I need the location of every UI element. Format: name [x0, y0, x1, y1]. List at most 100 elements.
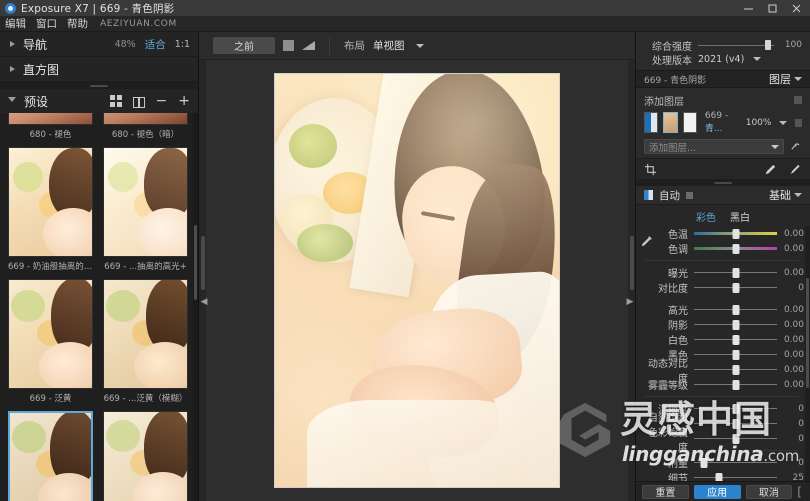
slider-track[interactable]: [694, 242, 777, 255]
preset-thumbnail[interactable]: [103, 279, 188, 389]
chevron-down-icon[interactable]: [779, 120, 788, 125]
slider-track[interactable]: [694, 378, 777, 391]
left-canvas-scrollbar[interactable]: [199, 60, 206, 501]
slider-row[interactable]: 细节 25: [640, 470, 804, 481]
brush-icon[interactable]: [787, 162, 802, 177]
preset-thumbnail[interactable]: [8, 147, 93, 257]
preset-item-selected[interactable]: 680 - 青色阴影: [8, 411, 93, 501]
expand-triangle-icon[interactable]: [10, 66, 15, 72]
slider-track[interactable]: [694, 227, 777, 240]
preset-item[interactable]: 669 - ...抽离的高光+: [103, 147, 188, 276]
preset-thumbnail[interactable]: [103, 113, 188, 125]
histogram-section-header[interactable]: 直方图: [0, 57, 198, 82]
presets-scrollbar[interactable]: [193, 113, 198, 501]
slider-row[interactable]: 雾霾等级 0.00: [640, 377, 804, 392]
apply-button[interactable]: 应用: [693, 484, 741, 499]
menu-edit[interactable]: 编辑: [5, 16, 26, 31]
preset-item[interactable]: 669 - ...泛黄（模糊）: [103, 279, 188, 408]
layer-visibility-icon[interactable]: [795, 118, 803, 127]
slider-row[interactable]: 色温 0.00: [640, 226, 804, 241]
minus-icon[interactable]: −: [156, 94, 168, 108]
slider-row[interactable]: 动态对比度 0.00: [640, 359, 804, 385]
link-layer-icon[interactable]: [789, 140, 802, 153]
process-version-value[interactable]: 2021 (v4): [698, 54, 744, 65]
tab-color[interactable]: 彩色: [696, 209, 716, 224]
preview-photo[interactable]: [274, 73, 560, 488]
close-button[interactable]: [784, 0, 808, 16]
image-canvas[interactable]: ◀ ▶: [199, 60, 635, 501]
maximize-button[interactable]: [760, 0, 784, 16]
panel-resize-handle[interactable]: [0, 82, 198, 89]
slider-track[interactable]: [694, 318, 777, 331]
slider-track[interactable]: [694, 363, 777, 376]
slider-track[interactable]: [694, 417, 777, 430]
minimize-button[interactable]: [736, 0, 760, 16]
chevron-down-icon[interactable]: [415, 43, 424, 48]
presets-list[interactable]: 680 - 褪色 680 - 褪色（暗） 669 - 奶油般抽离的高光 669 …: [0, 113, 198, 501]
preset-item[interactable]: 669 - 泛黄: [8, 279, 93, 408]
slider-row[interactable]: 高光 0.00: [640, 302, 804, 317]
chevron-down-icon[interactable]: [794, 77, 802, 81]
fit-button[interactable]: 适合: [145, 37, 166, 52]
slider-row[interactable]: 白色 0.00: [640, 332, 804, 347]
slider-track[interactable]: [694, 471, 777, 481]
panel-toggle-icon[interactable]: [644, 190, 653, 200]
before-button[interactable]: 之前: [213, 37, 275, 54]
slider-track[interactable]: [694, 303, 777, 316]
eyedropper-icon[interactable]: [640, 234, 654, 248]
slider-track[interactable]: [694, 281, 777, 294]
slider-track[interactable]: [694, 333, 777, 346]
collapse-left-panel-arrow-icon[interactable]: ◀: [199, 294, 209, 310]
slider-track[interactable]: [694, 402, 777, 415]
reset-button[interactable]: 重置: [642, 484, 689, 499]
preset-item[interactable]: Fuji FP-100C: [103, 411, 188, 501]
add-layer-dropdown[interactable]: 添加图层...: [644, 139, 784, 154]
right-panel-resize-handle[interactable]: [636, 179, 810, 186]
expand-triangle-icon[interactable]: [10, 41, 15, 47]
slider-row[interactable]: 对比度 0: [640, 280, 804, 295]
slider-track[interactable]: [694, 348, 777, 361]
slider-row[interactable]: 剂量 0: [640, 455, 804, 470]
slider-row[interactable]: 色调 0.00: [640, 241, 804, 256]
menu-help[interactable]: 帮助: [67, 16, 88, 31]
preset-item[interactable]: 680 - 褪色（暗）: [103, 113, 188, 144]
ratio-1-1-button[interactable]: 1:1: [175, 39, 190, 50]
auto-options-icon[interactable]: [686, 191, 693, 199]
expand-bracket-icon[interactable]: [: [797, 485, 802, 499]
slider-track[interactable]: [694, 456, 777, 469]
layer-options-icon[interactable]: [794, 96, 802, 104]
crop-icon[interactable]: [644, 163, 657, 176]
pencil-icon[interactable]: [763, 162, 778, 177]
right-canvas-scrollbar[interactable]: [628, 60, 635, 501]
slider-row[interactable]: 阴影 0.00: [640, 317, 804, 332]
compare-view-icon[interactable]: [132, 96, 145, 108]
tab-bw[interactable]: 黑白: [730, 209, 750, 224]
preset-thumbnail[interactable]: [8, 113, 93, 125]
auto-button[interactable]: 自动: [659, 188, 680, 203]
preset-thumbnail[interactable]: [8, 411, 93, 501]
square-swatch-icon[interactable]: [283, 40, 294, 51]
mask-chip-icon[interactable]: [644, 112, 659, 133]
preset-item[interactable]: 669 - 奶油般抽离的高光: [8, 147, 93, 276]
white-chip-icon[interactable]: [682, 112, 697, 133]
navigation-section-header[interactable]: 导航 48% 适合 1:1: [0, 32, 198, 57]
preset-item[interactable]: 680 - 褪色: [8, 113, 93, 144]
layout-value[interactable]: 单视图: [373, 38, 405, 53]
chevron-down-icon[interactable]: [753, 57, 762, 61]
collapse-triangle-icon[interactable]: [8, 97, 16, 105]
right-panel-scrollbar[interactable]: [805, 226, 810, 481]
slider-track[interactable]: [694, 266, 777, 279]
gradient-wedge-icon[interactable]: [302, 41, 315, 50]
slider-row[interactable]: 色彩饱和度 0: [640, 428, 804, 454]
overall-strength-slider[interactable]: [698, 40, 774, 50]
menu-window[interactable]: 窗口: [36, 16, 57, 31]
grid-view-icon[interactable]: [110, 95, 122, 107]
layer-opacity[interactable]: 100%: [746, 118, 772, 128]
layers-label[interactable]: 图层: [769, 71, 791, 87]
cancel-button[interactable]: 取消: [745, 484, 793, 499]
slider-track[interactable]: [694, 432, 777, 445]
preset-thumbnail[interactable]: [8, 279, 93, 389]
collapse-right-panel-arrow-icon[interactable]: ▶: [625, 294, 635, 310]
basic-panel-label[interactable]: 基础: [769, 187, 802, 203]
plus-icon[interactable]: +: [178, 94, 190, 108]
